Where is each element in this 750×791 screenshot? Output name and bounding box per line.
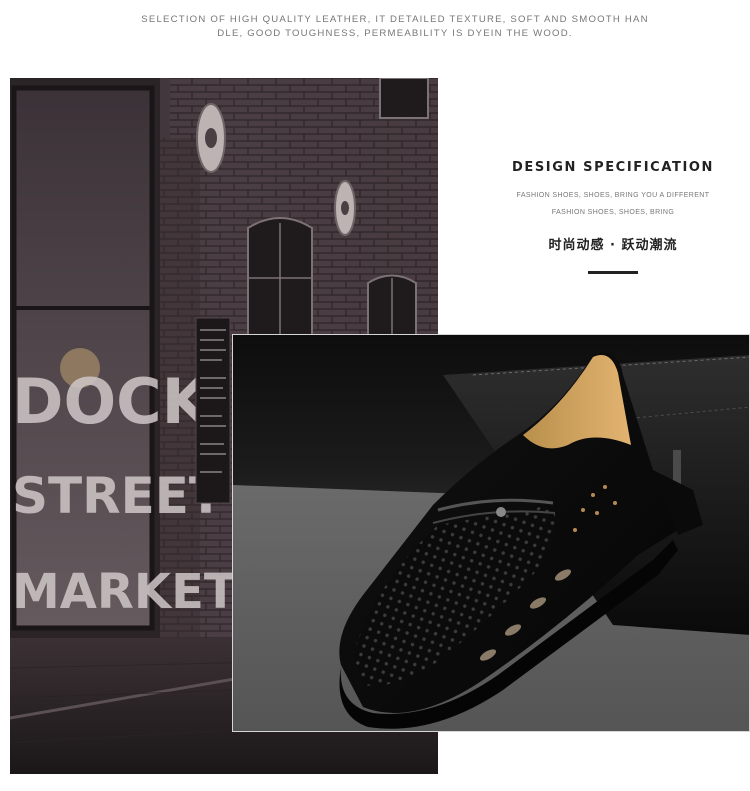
top-caption-line-2: DLE, GOOD TOUGHNESS, PERMEABILITY IS DYE… bbox=[217, 28, 573, 39]
top-caption: SELECTION OF HIGH QUALITY LEATHER, IT DE… bbox=[140, 13, 650, 41]
spec-subtitle: FASHION SHOES, SHOES, BRING YOU A DIFFER… bbox=[508, 187, 718, 221]
shoe-photo bbox=[232, 334, 750, 732]
design-specification: DESIGN SPECIFICATION FASHION SHOES, SHOE… bbox=[508, 160, 718, 274]
spec-divider bbox=[588, 271, 638, 274]
spec-chinese-tagline: 时尚动感 · 跃动潮流 bbox=[548, 238, 678, 253]
spec-subtitle-line-1: FASHION SHOES, SHOES, BRING YOU A DIFFER… bbox=[516, 192, 710, 199]
spec-title: DESIGN SPECIFICATION bbox=[511, 160, 715, 175]
spec-subtitle-line-2: FASHION SHOES, SHOES, BRING bbox=[551, 209, 675, 216]
top-caption-line-1: SELECTION OF HIGH QUALITY LEATHER, IT DE… bbox=[141, 14, 649, 25]
shoe-scene bbox=[233, 335, 749, 731]
sign-dock: DOCK bbox=[12, 365, 212, 438]
sign-market: MARKET bbox=[12, 564, 237, 620]
sign-street: STREET bbox=[12, 467, 223, 525]
